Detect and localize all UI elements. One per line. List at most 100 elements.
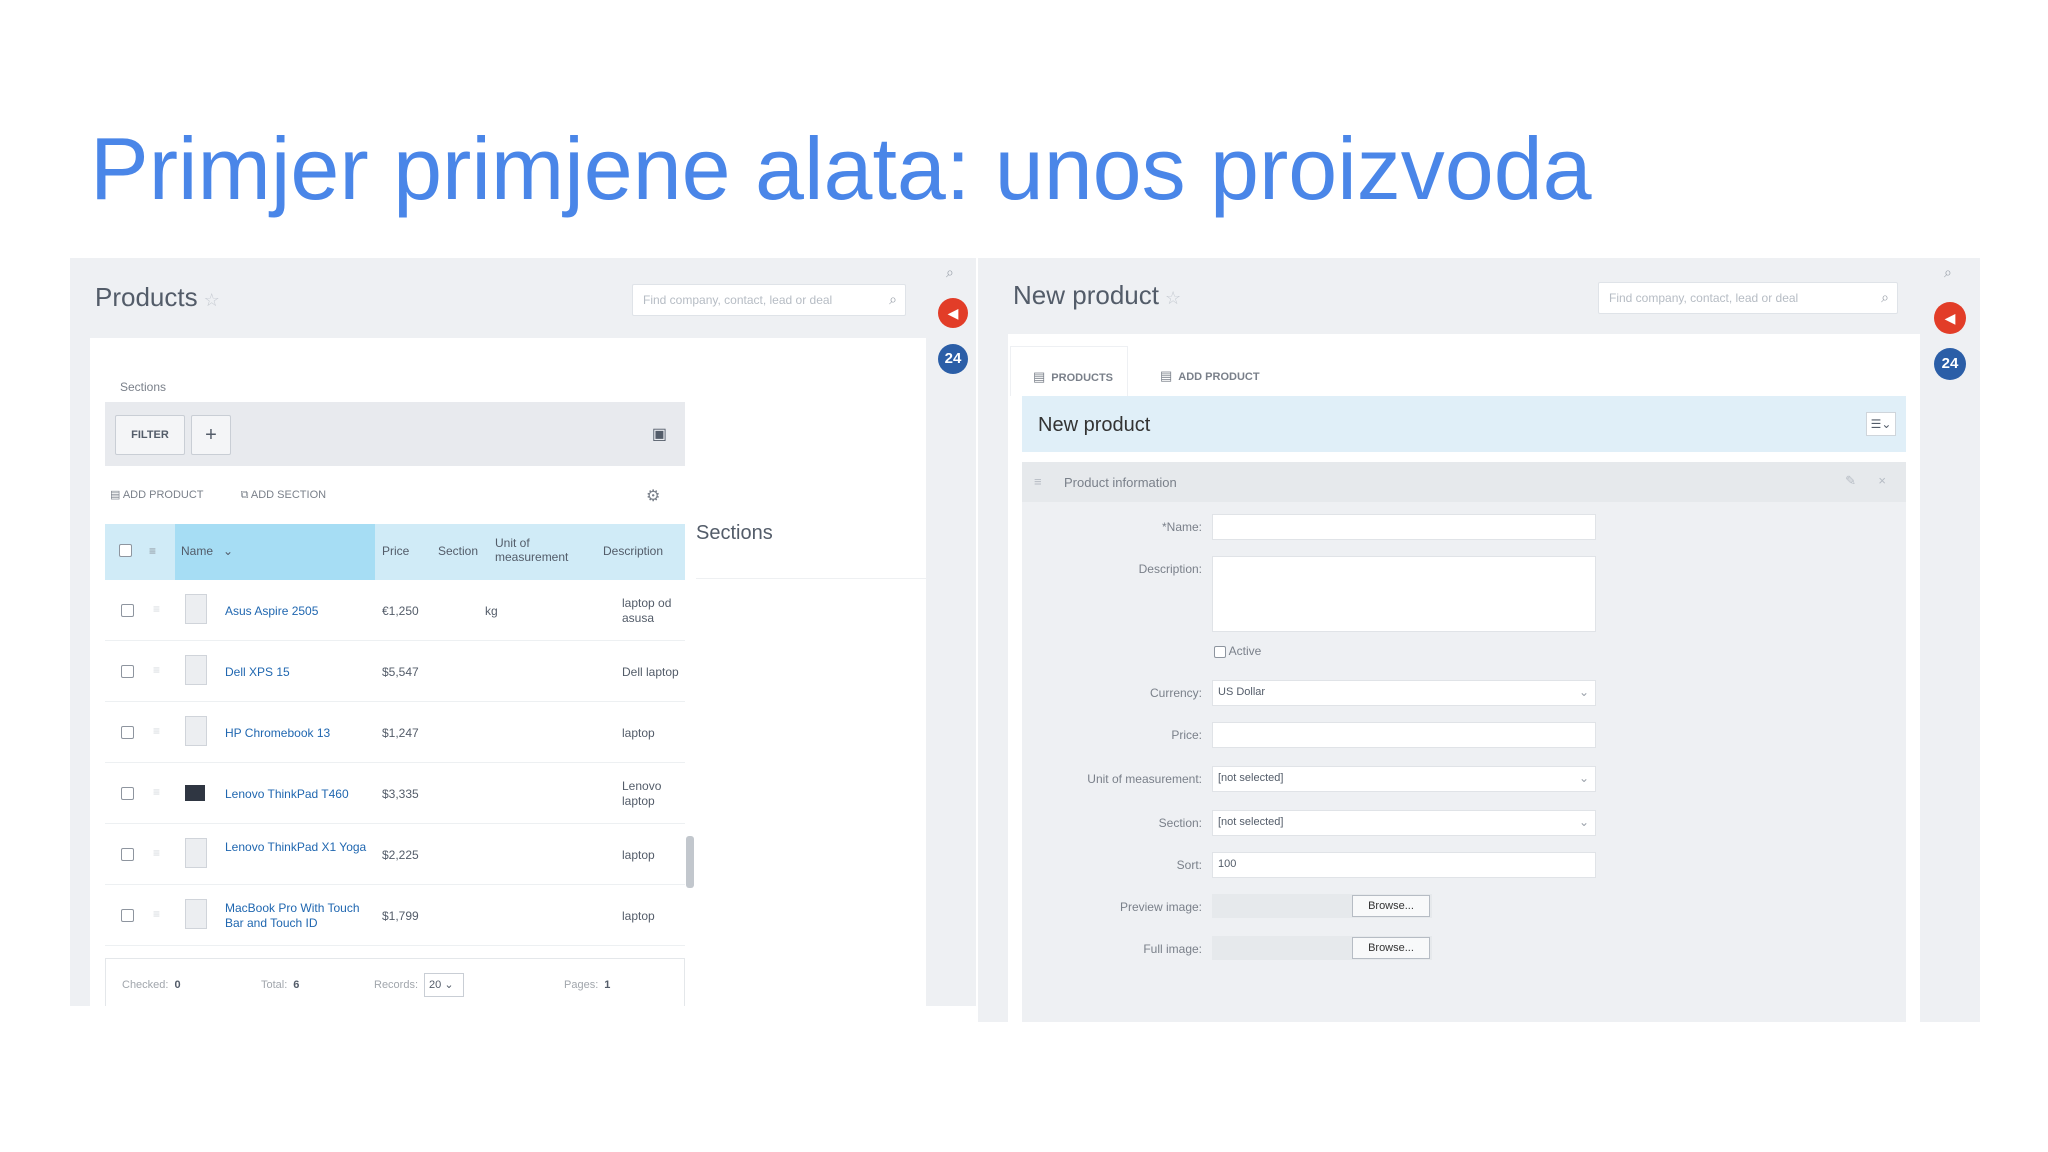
product-image-icon bbox=[185, 594, 207, 624]
price-field[interactable] bbox=[1212, 722, 1596, 748]
table-row[interactable]: ≡ Dell XPS 15 $5,547 Dell laptop bbox=[105, 641, 685, 702]
section-value: [not selected] bbox=[1218, 816, 1284, 828]
unit-column-header[interactable]: Unit of measurement bbox=[495, 536, 575, 564]
row-checkbox[interactable] bbox=[121, 604, 134, 620]
row-checkbox[interactable] bbox=[121, 909, 134, 925]
product-name-link[interactable]: HP Chromebook 13 bbox=[225, 726, 375, 741]
megaphone-icon[interactable]: ◀ bbox=[938, 298, 968, 328]
table-row[interactable]: ≡ Lenovo ThinkPad X1 Yoga $2,225 laptop bbox=[105, 824, 685, 885]
product-price: $1,247 bbox=[382, 726, 419, 740]
name-label: *Name: bbox=[1161, 520, 1202, 534]
drag-handle-icon[interactable]: ≡ bbox=[153, 663, 160, 677]
search-icon: ⌕ bbox=[889, 291, 897, 307]
product-name-link[interactable]: Lenovo ThinkPad X1 Yoga bbox=[225, 840, 375, 855]
currency-label: Currency: bbox=[1149, 686, 1202, 700]
currency-select[interactable]: US Dollar ⌄ bbox=[1212, 680, 1596, 706]
section-column-header[interactable]: Section bbox=[438, 544, 478, 558]
bitrix24-logo-icon[interactable]: 24 bbox=[938, 344, 968, 374]
table-row[interactable]: ≡ Asus Aspire 2505 €1,250 kg laptop od a… bbox=[105, 580, 685, 641]
form-header: New product ☰⌄ bbox=[1022, 396, 1906, 452]
description-column-header[interactable]: Description bbox=[603, 544, 663, 558]
row-checkbox[interactable] bbox=[121, 787, 134, 803]
search-input[interactable]: Find company, contact, lead or deal ⌕ bbox=[1598, 282, 1898, 314]
product-name-link[interactable]: Dell XPS 15 bbox=[225, 665, 375, 680]
sort-label: Sort: bbox=[1176, 858, 1202, 872]
product-name-link[interactable]: MacBook Pro With Touch Bar and Touch ID bbox=[225, 901, 375, 931]
table-row[interactable]: ≡ HP Chromebook 13 $1,247 laptop bbox=[105, 702, 685, 763]
section-select[interactable]: [not selected] ⌄ bbox=[1212, 810, 1596, 836]
close-icon[interactable]: × bbox=[1878, 473, 1886, 488]
total-label: Total: bbox=[261, 979, 288, 991]
product-description: laptop od asusa bbox=[622, 596, 672, 625]
form-title: New product bbox=[1038, 414, 1151, 436]
drag-handle-icon[interactable]: ≡ bbox=[153, 846, 160, 860]
select-all-checkbox[interactable] bbox=[119, 544, 132, 560]
name-field[interactable] bbox=[1212, 514, 1596, 540]
star-icon[interactable]: ☆ bbox=[204, 290, 220, 310]
filter-bar: FILTER + ▣ bbox=[105, 402, 685, 466]
unit-value: [not selected] bbox=[1218, 772, 1284, 784]
product-form: *Name: Description: Active Currency: US … bbox=[1022, 502, 1906, 1022]
product-image-icon bbox=[185, 716, 207, 746]
product-price: $1,799 bbox=[382, 909, 419, 923]
search-icon[interactable]: ⌕ bbox=[1944, 264, 1952, 281]
name-column-header[interactable]: Name ⌄ bbox=[175, 524, 375, 580]
chevron-down-icon: ⌄ bbox=[1578, 685, 1589, 699]
name-header-label: Name bbox=[181, 544, 214, 558]
form-menu-button[interactable]: ☰⌄ bbox=[1866, 412, 1896, 436]
sections-label: Sections bbox=[120, 380, 167, 394]
new-product-title-text: New product bbox=[1013, 280, 1159, 310]
row-checkbox[interactable] bbox=[121, 848, 134, 864]
sections-panel-title: Sections bbox=[696, 522, 773, 544]
full-browse-button[interactable]: Browse... bbox=[1352, 937, 1430, 959]
scrollbar[interactable] bbox=[686, 836, 694, 888]
megaphone-icon[interactable]: ◀ bbox=[1934, 302, 1966, 334]
search-placeholder: Find company, contact, lead or deal bbox=[643, 293, 833, 307]
add-product-tab-icon: ▤ bbox=[1160, 368, 1173, 383]
gear-icon[interactable]: ⚙ bbox=[646, 486, 660, 506]
sort-field[interactable]: 100 bbox=[1212, 852, 1596, 878]
add-product-link[interactable]: ▤ ADD PRODUCT bbox=[110, 489, 204, 501]
drag-handle-icon[interactable]: ≡ bbox=[153, 785, 160, 799]
unit-select[interactable]: [not selected] ⌄ bbox=[1212, 766, 1596, 792]
row-checkbox[interactable] bbox=[121, 665, 134, 681]
add-section-link[interactable]: ⧉ ADD SECTION bbox=[241, 489, 327, 501]
menu-icon[interactable]: ≡ bbox=[149, 544, 156, 558]
drag-handle-icon[interactable]: ≡ bbox=[153, 602, 160, 616]
product-image-icon bbox=[185, 899, 207, 929]
filter-button[interactable]: FILTER bbox=[115, 415, 185, 455]
description-field[interactable] bbox=[1212, 556, 1596, 632]
drag-handle-icon[interactable]: ≡ bbox=[153, 907, 160, 921]
checked-label: Checked: bbox=[122, 979, 169, 991]
tab-add-product[interactable]: ▤ ADD PRODUCT bbox=[1138, 346, 1274, 396]
records-dropdown[interactable]: 20 ⌄ bbox=[424, 973, 465, 997]
table-row[interactable]: ≡ MacBook Pro With Touch Bar and Touch I… bbox=[105, 885, 685, 946]
tab-products[interactable]: ▤ PRODUCTS bbox=[1010, 346, 1129, 396]
product-image-icon bbox=[185, 785, 205, 801]
price-label: Price: bbox=[1171, 728, 1202, 742]
search-icon[interactable]: ⌕ bbox=[946, 264, 954, 281]
edit-icon[interactable]: ✎ bbox=[1845, 473, 1856, 489]
price-column-header[interactable]: Price bbox=[382, 544, 409, 558]
calendar-icon[interactable]: ▣ bbox=[652, 424, 667, 444]
add-button[interactable]: + bbox=[191, 415, 231, 455]
drag-handle-icon[interactable]: ≡ bbox=[153, 724, 160, 738]
bitrix24-logo-icon[interactable]: 24 bbox=[1934, 348, 1966, 380]
search-input[interactable]: Find company, contact, lead or deal ⌕ bbox=[632, 284, 906, 316]
product-name-link[interactable]: Lenovo ThinkPad T460 bbox=[225, 787, 375, 802]
records-select[interactable]: Records: 20 ⌄ bbox=[374, 973, 465, 997]
section-title: Product information bbox=[1064, 475, 1177, 490]
preview-browse-button[interactable]: Browse... bbox=[1352, 895, 1430, 917]
tabs-area: ▤ PRODUCTS ▤ ADD PRODUCT New product ☰⌄ ≡ … bbox=[1008, 334, 1920, 1022]
tab-add-product-label: ADD PRODUCT bbox=[1178, 371, 1260, 383]
slide-title: Primjer primjene alata: unos proizvoda bbox=[90, 119, 1592, 218]
drag-handle-icon[interactable]: ≡ bbox=[1034, 474, 1042, 489]
product-name-link[interactable]: Asus Aspire 2505 bbox=[225, 604, 375, 619]
preview-image-field: Browse... bbox=[1212, 894, 1432, 918]
active-checkbox[interactable]: Active bbox=[1214, 644, 1261, 658]
product-price: €1,250 bbox=[382, 604, 419, 618]
full-image-field: Browse... bbox=[1212, 936, 1432, 960]
table-row[interactable]: ≡ Lenovo ThinkPad T460 $3,335 Lenovo lap… bbox=[105, 763, 685, 824]
row-checkbox[interactable] bbox=[121, 726, 134, 742]
star-icon[interactable]: ☆ bbox=[1165, 288, 1181, 308]
